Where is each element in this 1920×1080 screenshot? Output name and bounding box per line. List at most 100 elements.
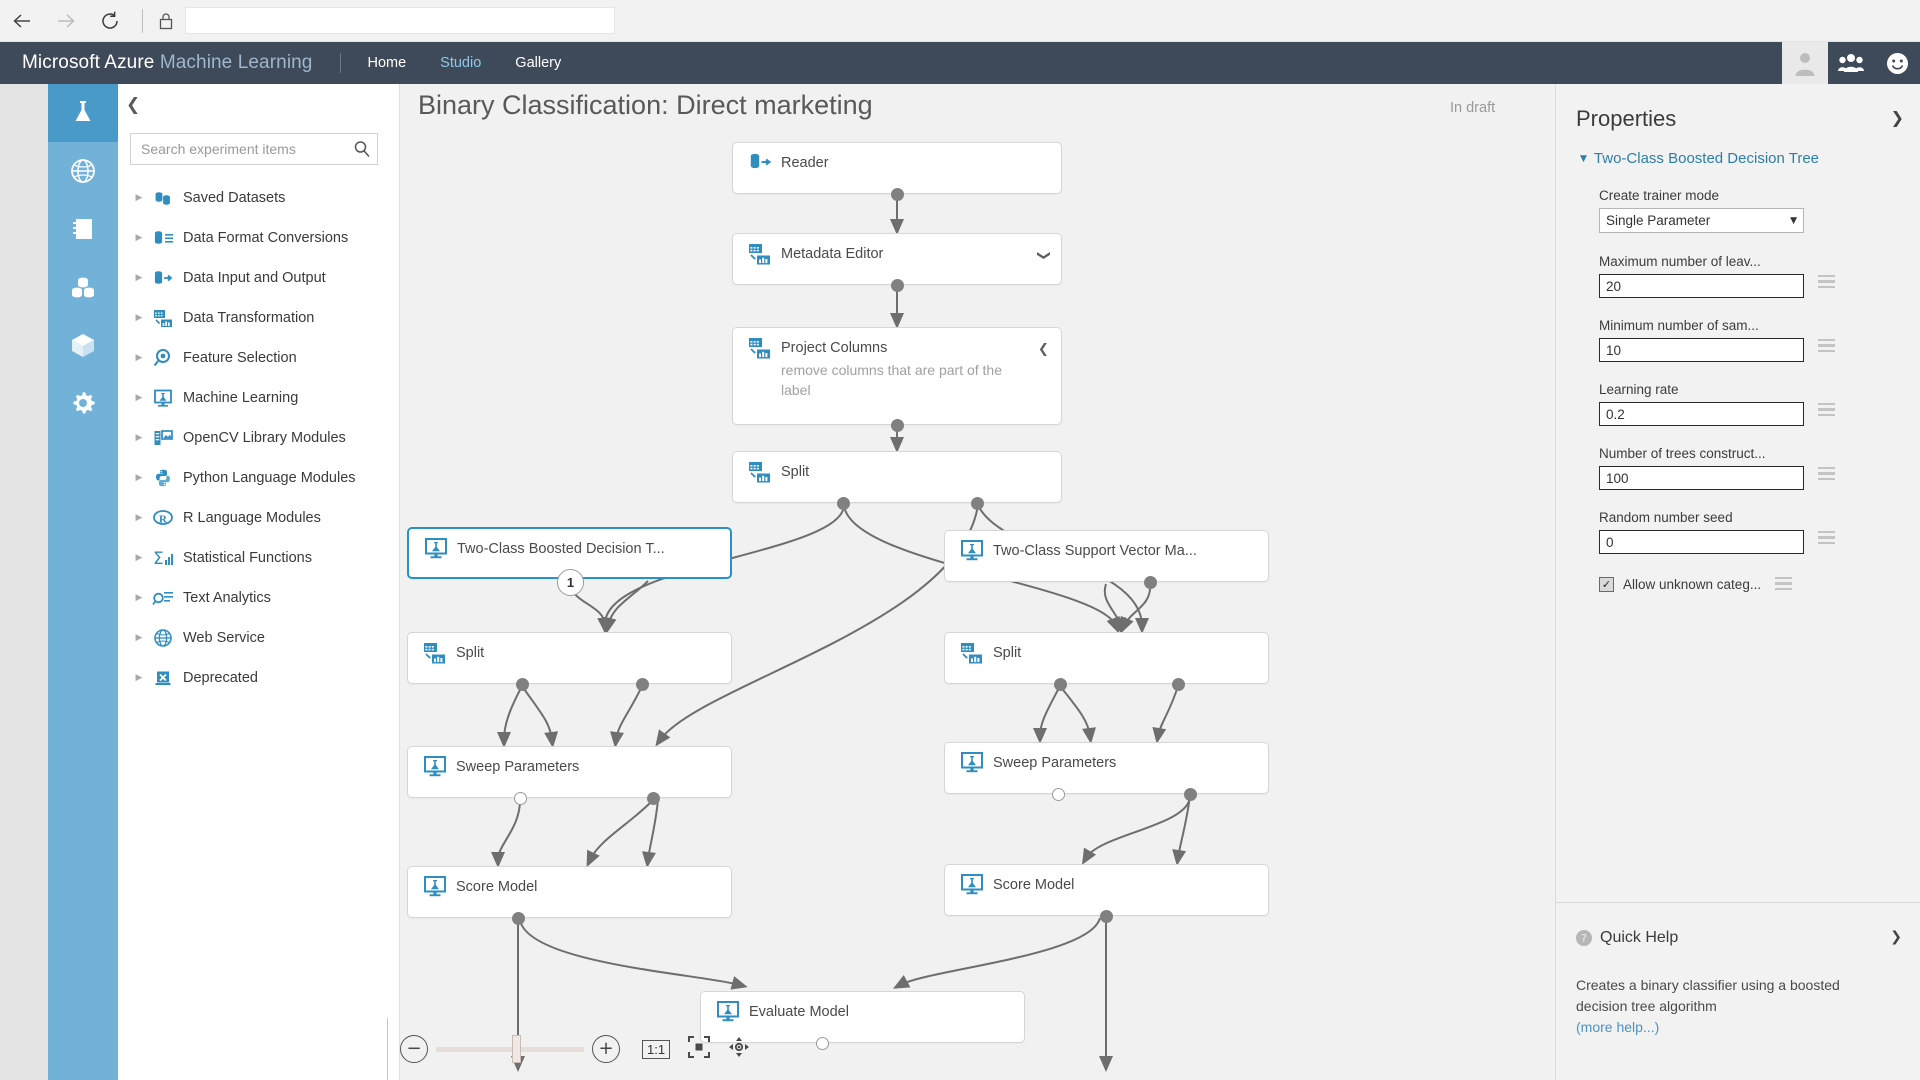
node-sweep-parameters-left[interactable]: Sweep Parameters — [407, 746, 732, 798]
allow-unknown-categories-checkbox[interactable]: ✓ — [1599, 577, 1614, 592]
port-sweepR-out-1[interactable] — [1052, 788, 1065, 801]
more-help-link[interactable]: (more help...) — [1576, 1019, 1659, 1035]
number-of-trees-input[interactable] — [1599, 466, 1804, 490]
port-splitL-out-2[interactable] — [636, 678, 649, 691]
tree-item-opencv-library-modules[interactable]: ▶ OpenCV Library Modules — [118, 418, 400, 458]
parameter-range-menu-icon[interactable] — [1818, 531, 1835, 547]
tree-item-web-service[interactable]: ▶ Web Service — [118, 618, 400, 658]
chevron-right-icon[interactable]: ▶ — [130, 393, 148, 403]
tree-item-data-format-conversions[interactable]: ▶ Data Format Conversions — [118, 218, 400, 258]
brand-logo[interactable]: Microsoft Azure Machine Learning — [22, 52, 312, 74]
collapse-quick-help-button[interactable]: ❯ — [1890, 929, 1902, 945]
chevron-right-icon[interactable]: ▶ — [130, 633, 148, 643]
node-two-class-support-vector-machine[interactable]: Two-Class Support Vector Ma... — [944, 530, 1269, 582]
node-split-left[interactable]: Split — [407, 632, 732, 684]
port-splitL-out-1[interactable] — [516, 678, 529, 691]
nav-link-home[interactable]: Home — [367, 55, 406, 71]
rail-item-experiments[interactable] — [48, 84, 118, 142]
port-split-out-1[interactable] — [837, 497, 850, 510]
nav-link-studio[interactable]: Studio — [440, 55, 481, 71]
node-split-top[interactable]: Split — [732, 451, 1062, 503]
parameter-range-menu-icon[interactable] — [1775, 577, 1792, 593]
zoom-slider-track[interactable] — [436, 1047, 584, 1052]
forward-button[interactable] — [44, 0, 88, 42]
port-sweepR-out-2[interactable] — [1184, 788, 1197, 801]
port-meta-out[interactable] — [891, 279, 904, 292]
url-input[interactable] — [186, 8, 614, 33]
port-sweepL-out-1[interactable] — [514, 792, 527, 805]
chevron-right-icon[interactable]: ▶ — [130, 513, 148, 523]
port-split-out-2[interactable] — [971, 497, 984, 510]
site-security-button[interactable] — [149, 0, 183, 42]
chevron-down-icon[interactable]: ❯ — [1036, 250, 1051, 261]
maximum-leaves-input[interactable] — [1599, 274, 1804, 298]
node-project-columns[interactable]: Project Columns remove columns that are … — [732, 327, 1062, 425]
tree-item-data-input-and-output[interactable]: ▶ Data Input and Output — [118, 258, 400, 298]
rail-item-settings[interactable] — [48, 374, 118, 432]
parameter-range-menu-icon[interactable] — [1818, 275, 1835, 291]
properties-module-header[interactable]: ▼ Two-Class Boosted Decision Tree — [1580, 150, 1819, 167]
zoom-out-button[interactable]: − — [400, 1035, 428, 1063]
node-reader[interactable]: Reader — [732, 142, 1062, 194]
collapse-panel-button[interactable]: ❮ — [126, 95, 140, 115]
expand-properties-button[interactable]: ❯ — [1891, 108, 1904, 127]
chevron-right-icon[interactable]: ▶ — [130, 313, 148, 323]
experiment-canvas[interactable]: Reader Metadata Editor ❯ — [400, 84, 1555, 1080]
reload-button[interactable] — [88, 0, 132, 42]
tree-item-saved-datasets[interactable]: ▶ Saved Datasets — [118, 178, 400, 218]
port-project-out[interactable] — [891, 419, 904, 432]
tree-item-data-transformation[interactable]: ▶ Data Transformation — [118, 298, 400, 338]
chevron-up-icon[interactable]: ❯ — [1038, 342, 1049, 357]
port-scoreL-out[interactable] — [512, 912, 525, 925]
zoom-reset-button[interactable]: 1:1 — [642, 1040, 670, 1059]
zoom-slider-thumb[interactable] — [512, 1035, 521, 1063]
chevron-right-icon[interactable]: ▶ — [130, 433, 148, 443]
node-metadata-editor[interactable]: Metadata Editor ❯ — [732, 233, 1062, 285]
port-eval-out[interactable] — [816, 1037, 829, 1050]
chevron-right-icon[interactable]: ▶ — [130, 273, 148, 283]
pan-button[interactable] — [728, 1036, 750, 1063]
node-score-model-left[interactable]: Score Model — [407, 866, 732, 918]
tree-item-python-language-modules[interactable]: ▶ Python Language Modules — [118, 458, 400, 498]
feedback-button[interactable] — [1874, 42, 1920, 84]
create-trainer-mode-select[interactable]: Single Parameter ▼ — [1599, 208, 1804, 233]
fit-to-screen-button[interactable] — [688, 1036, 710, 1063]
search-input[interactable] — [131, 134, 347, 164]
node-split-right[interactable]: Split — [944, 632, 1269, 684]
tree-item-feature-selection[interactable]: ▶ Feature Selection — [118, 338, 400, 378]
port-sweepL-out-2[interactable] — [647, 792, 660, 805]
node-sweep-parameters-right[interactable]: Sweep Parameters — [944, 742, 1269, 794]
rail-item-trained-models[interactable] — [48, 316, 118, 374]
address-bar[interactable] — [185, 7, 615, 34]
parameter-range-menu-icon[interactable] — [1818, 339, 1835, 355]
rail-item-notebooks[interactable] — [48, 200, 118, 258]
search-icon[interactable] — [347, 140, 377, 158]
zoom-in-button[interactable]: + — [592, 1035, 620, 1063]
tree-item-text-analytics[interactable]: ▶ Text Analytics — [118, 578, 400, 618]
port-splitR-out-1[interactable] — [1054, 678, 1067, 691]
minimum-samples-input[interactable] — [1599, 338, 1804, 362]
community-button[interactable] — [1828, 42, 1874, 84]
chevron-right-icon[interactable]: ▶ — [130, 233, 148, 243]
tree-item-statistical-functions[interactable]: ▶ Σ Statistical Functions — [118, 538, 400, 578]
chevron-right-icon[interactable]: ▶ — [130, 473, 148, 483]
chevron-right-icon[interactable]: ▶ — [130, 193, 148, 203]
port-scoreR-out[interactable] — [1100, 910, 1113, 923]
node-score-model-right[interactable]: Score Model — [944, 864, 1269, 916]
tree-item-r-language-modules[interactable]: ▶ R R Language Modules — [118, 498, 400, 538]
account-button[interactable] — [1782, 42, 1828, 84]
port-splitR-out-2[interactable] — [1172, 678, 1185, 691]
parameter-range-menu-icon[interactable] — [1818, 467, 1835, 483]
nav-link-gallery[interactable]: Gallery — [515, 55, 561, 71]
port-svm-out[interactable] — [1144, 576, 1157, 589]
chevron-right-icon[interactable]: ▶ — [130, 353, 148, 363]
tree-item-deprecated[interactable]: ▶ Deprecated — [118, 658, 400, 698]
search-experiment-items[interactable] — [130, 133, 378, 165]
chevron-right-icon[interactable]: ▶ — [130, 593, 148, 603]
chevron-right-icon[interactable]: ▶ — [130, 673, 148, 683]
parameter-range-menu-icon[interactable] — [1818, 403, 1835, 419]
port-reader-out[interactable] — [891, 188, 904, 201]
back-button[interactable] — [0, 0, 44, 42]
learning-rate-input[interactable] — [1599, 402, 1804, 426]
rail-item-datasets[interactable] — [48, 258, 118, 316]
